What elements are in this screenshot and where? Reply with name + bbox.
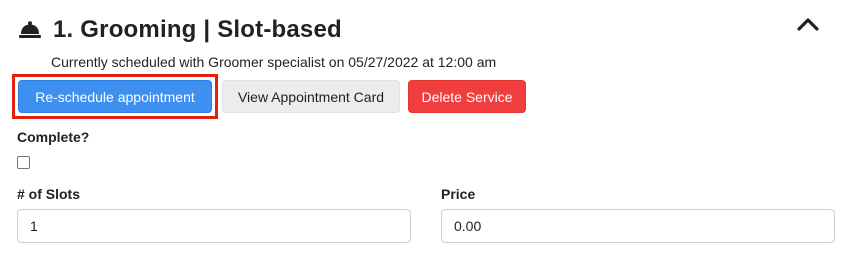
schedule-info: Currently scheduled with Groomer special…: [51, 54, 497, 70]
price-label: Price: [441, 186, 476, 202]
slots-label: # of Slots: [17, 186, 81, 202]
delete-service-button[interactable]: Delete Service: [408, 80, 526, 113]
service-title: 1. Grooming | Slot-based: [53, 16, 342, 43]
service-header: 1. Grooming | Slot-based: [17, 12, 836, 48]
slots-input[interactable]: [17, 209, 411, 243]
action-bar: Re-schedule appointment View Appointment…: [12, 74, 526, 119]
price-input[interactable]: [441, 209, 835, 243]
collapse-button[interactable]: [794, 12, 822, 40]
complete-checkbox[interactable]: [17, 156, 30, 169]
complete-label: Complete?: [17, 129, 90, 145]
reschedule-button[interactable]: Re-schedule appointment: [18, 80, 212, 113]
bell-icon: [17, 18, 43, 42]
chevron-up-icon: [797, 17, 819, 36]
view-appointment-card-button[interactable]: View Appointment Card: [222, 80, 400, 113]
highlight-frame: Re-schedule appointment: [12, 74, 218, 119]
